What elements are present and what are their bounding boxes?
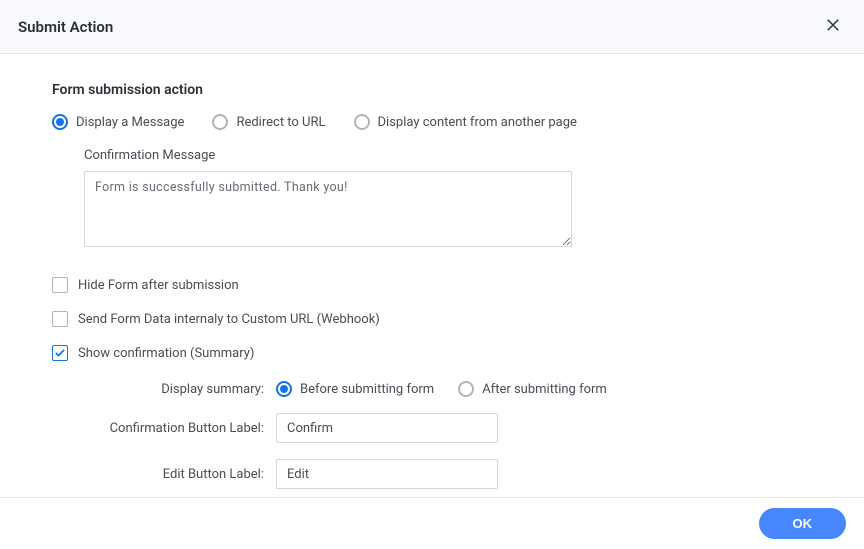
checkbox-icon [52,277,68,293]
checkbox-label: Send Form Data internaly to Custom URL (… [78,312,380,327]
radio-icon [212,114,228,130]
summary-options: Display summary: Before submitting form … [52,381,812,489]
dialog-footer: OK [0,497,864,549]
radio-after-submitting[interactable]: After submitting form [458,381,607,397]
confirmation-message-group: Confirmation Message [84,148,812,251]
section-title: Form submission action [52,82,812,98]
radio-icon [52,114,68,130]
radio-icon [354,114,370,130]
radio-label: After submitting form [482,382,607,397]
action-radio-group: Display a Message Redirect to URL Displa… [52,114,812,130]
radio-label: Before submitting form [300,382,434,397]
close-icon [824,16,842,34]
confirmation-message-label: Confirmation Message [84,148,812,163]
radio-icon [276,381,292,397]
dialog-body: Form submission action Display a Message… [0,54,864,497]
checkbox-icon [52,345,68,361]
dialog-title: Submit Action [18,18,113,36]
confirm-button-label-text: Confirmation Button Label: [52,421,276,436]
radio-display-message[interactable]: Display a Message [52,114,184,130]
confirmation-message-textarea[interactable] [84,171,572,247]
checkbox-show-summary[interactable]: Show confirmation (Summary) [52,345,812,361]
confirm-button-label-row: Confirmation Button Label: [52,413,812,443]
display-summary-row: Display summary: Before submitting form … [52,381,812,397]
radio-redirect-url[interactable]: Redirect to URL [212,114,325,130]
radio-label: Display a Message [76,115,184,130]
radio-display-content[interactable]: Display content from another page [354,114,577,130]
edit-button-label-row: Edit Button Label: [52,459,812,489]
checkbox-icon [52,311,68,327]
radio-icon [458,381,474,397]
submit-action-dialog: Submit Action Form submission action Dis… [0,0,864,549]
ok-button[interactable]: OK [759,508,847,539]
edit-button-label-text: Edit Button Label: [52,467,276,482]
radio-before-submitting[interactable]: Before submitting form [276,381,434,397]
display-summary-label: Display summary: [52,382,276,397]
confirm-button-label-input[interactable] [276,413,498,443]
radio-label: Redirect to URL [236,115,325,130]
checkbox-label: Hide Form after submission [78,278,239,293]
edit-button-label-input[interactable] [276,459,498,489]
radio-label: Display content from another page [378,115,577,130]
checkbox-webhook[interactable]: Send Form Data internaly to Custom URL (… [52,311,812,327]
checkbox-hide-form[interactable]: Hide Form after submission [52,277,812,293]
dialog-header: Submit Action [0,0,864,54]
close-button[interactable] [820,12,846,41]
checkbox-label: Show confirmation (Summary) [78,346,254,361]
